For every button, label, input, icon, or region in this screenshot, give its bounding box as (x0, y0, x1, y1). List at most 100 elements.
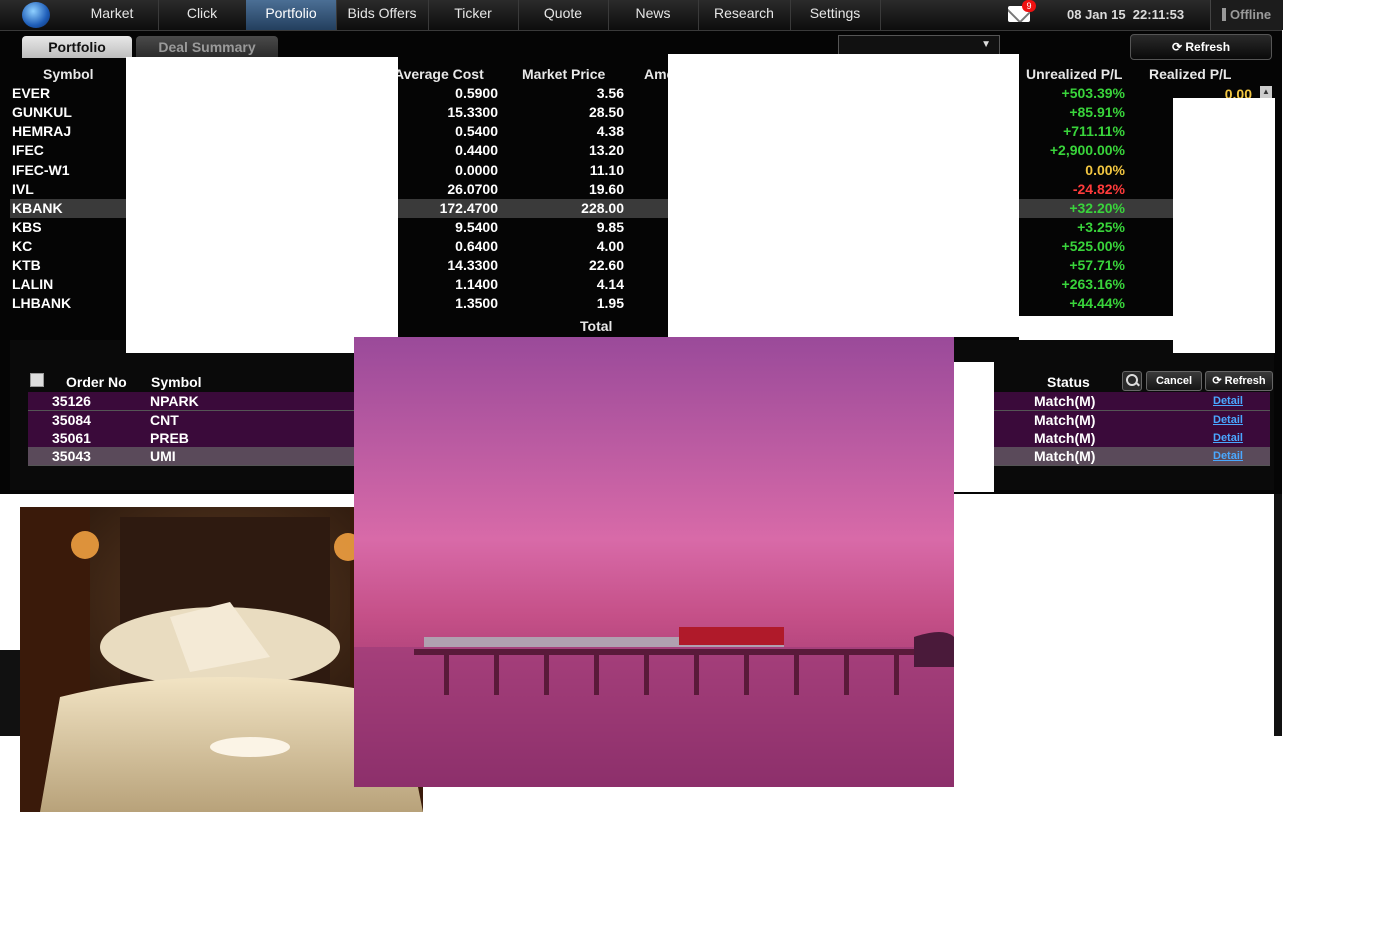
mail-count-badge: 9 (1022, 0, 1036, 12)
cell-market-price: 11.10 (589, 162, 624, 178)
cell-average-cost: 26.0700 (447, 181, 498, 197)
order-refresh-label: Refresh (1224, 375, 1266, 387)
cell-symbol: IFEC-W1 (12, 162, 70, 178)
cell-average-cost: 172.4700 (439, 200, 498, 216)
cell-unrealized-pl: +263.16% (1061, 276, 1125, 292)
nav-tab-research[interactable]: Research (698, 0, 791, 30)
nav-tab-market[interactable]: Market (66, 0, 159, 30)
order-status: Match(M) (1034, 448, 1096, 464)
cell-unrealized-pl: +32.20% (1069, 200, 1125, 216)
cell-unrealized-pl: +711.11% (1063, 123, 1125, 139)
cell-symbol: EVER (12, 85, 51, 101)
order-no: 35126 (52, 393, 91, 409)
portfolio-refresh-button[interactable]: ⟳ Refresh (1130, 34, 1272, 60)
cell-symbol: IVL (12, 181, 34, 197)
refresh-label: Refresh (1185, 40, 1231, 54)
cell-symbol: KTB (12, 257, 41, 273)
cell-market-price: 228.00 (581, 200, 624, 216)
cancel-order-button[interactable]: Cancel (1146, 371, 1202, 391)
cell-unrealized-pl: +44.44% (1069, 295, 1125, 311)
col-header-market-price[interactable]: Market Price (522, 66, 605, 82)
cell-market-price: 4.00 (596, 238, 624, 254)
scroll-up-arrow-icon[interactable]: ▲ (1260, 86, 1272, 98)
order-no: 35061 (52, 430, 91, 446)
total-label: Total (580, 318, 613, 334)
cell-unrealized-pl: +85.91% (1069, 104, 1125, 120)
cell-unrealized-pl: +57.71% (1069, 257, 1125, 273)
order-no: 35084 (52, 412, 91, 428)
order-symbol: UMI (150, 448, 176, 464)
col-header-order-symbol[interactable]: Symbol (151, 374, 202, 390)
order-status: Match(M) (1034, 430, 1096, 446)
col-header-status[interactable]: Status (1047, 374, 1090, 390)
select-all-checkbox[interactable] (30, 373, 44, 387)
col-header-order-no[interactable]: Order No (66, 374, 127, 390)
order-detail-link[interactable]: Detail (1213, 392, 1243, 410)
train-bridge-photo (354, 337, 954, 787)
cell-market-price: 13.20 (588, 142, 624, 158)
col-header-unrealized-pl[interactable]: Unrealized P/L (1026, 66, 1122, 82)
window-edge (0, 650, 20, 736)
refresh-icon: ⟳ (1212, 375, 1222, 387)
cell-symbol: GUNKUL (12, 104, 72, 120)
col-header-symbol[interactable]: Symbol (43, 66, 94, 82)
cell-average-cost: 0.6400 (455, 238, 498, 254)
cell-symbol: KBANK (12, 200, 63, 216)
nav-tab-quote[interactable]: Quote (518, 0, 609, 30)
connection-status-text: Offline (1230, 7, 1272, 22)
order-refresh-button[interactable]: ⟳ Refresh (1205, 371, 1273, 391)
col-header-average-cost[interactable]: Average Cost (394, 66, 484, 82)
cell-market-price: 9.85 (596, 219, 624, 235)
nav-tab-portfolio[interactable]: Portfolio (246, 0, 337, 30)
col-header-realized-pl[interactable]: Realized P/L (1149, 66, 1231, 82)
cell-unrealized-pl: +3.25% (1077, 219, 1125, 235)
order-detail-link[interactable]: Detail (1213, 411, 1243, 429)
time-text: 22:11:53 (1132, 7, 1185, 22)
cell-symbol: LHBANK (12, 295, 72, 311)
cell-unrealized-pl: -24.82% (1072, 181, 1125, 197)
cell-average-cost: 9.5400 (455, 219, 498, 235)
subtab-portfolio[interactable]: Portfolio (22, 36, 132, 58)
order-symbol: NPARK (150, 393, 199, 409)
cell-market-price: 22.60 (588, 257, 624, 273)
signal-icon (1222, 8, 1226, 21)
cell-unrealized-pl: +525.00% (1061, 238, 1125, 254)
cell-market-price: 4.38 (596, 123, 624, 139)
order-symbol: PREB (150, 430, 189, 446)
window-edge (1274, 494, 1282, 736)
nav-tab-ticker[interactable]: Ticker (428, 0, 519, 30)
redaction-box (126, 57, 398, 353)
cell-market-price: 3.56 (596, 85, 624, 101)
cell-unrealized-pl: 0.00% (1085, 162, 1125, 178)
chevron-down-icon: ▼ (981, 39, 991, 50)
cell-market-price: 4.14 (596, 276, 624, 292)
app-logo-icon (22, 2, 50, 28)
redaction-box (1019, 316, 1173, 340)
date-text: 08 Jan 15 (1067, 7, 1126, 22)
subtab-deal-summary[interactable]: Deal Summary (136, 36, 278, 58)
cell-symbol: KBS (12, 219, 42, 235)
cell-symbol: IFEC (12, 142, 44, 158)
cell-symbol: KC (12, 238, 33, 254)
order-status: Match(M) (1034, 393, 1096, 409)
nav-tab-news[interactable]: News (608, 0, 699, 30)
redaction-box (954, 362, 994, 492)
cell-average-cost: 1.3500 (455, 295, 498, 311)
order-detail-link[interactable]: Detail (1213, 447, 1243, 465)
nav-tab-settings[interactable]: Settings (790, 0, 881, 30)
redaction-box (1173, 98, 1275, 353)
search-icon[interactable] (1122, 371, 1142, 391)
cell-market-price: 1.95 (596, 295, 624, 311)
cell-average-cost: 0.0000 (455, 162, 498, 178)
nav-tab-click[interactable]: Click (158, 0, 247, 30)
refresh-icon: ⟳ (1171, 40, 1183, 54)
cell-average-cost: 0.5400 (455, 123, 498, 139)
order-detail-link[interactable]: Detail (1213, 429, 1243, 447)
order-symbol: CNT (150, 412, 179, 428)
redaction-box (668, 54, 1019, 337)
nav-tab-bids-offers[interactable]: Bids Offers (336, 0, 429, 30)
cell-average-cost: 1.1400 (455, 276, 498, 292)
cell-symbol: LALIN (12, 276, 54, 292)
cell-average-cost: 0.5900 (455, 85, 498, 101)
order-no: 35043 (52, 448, 91, 464)
